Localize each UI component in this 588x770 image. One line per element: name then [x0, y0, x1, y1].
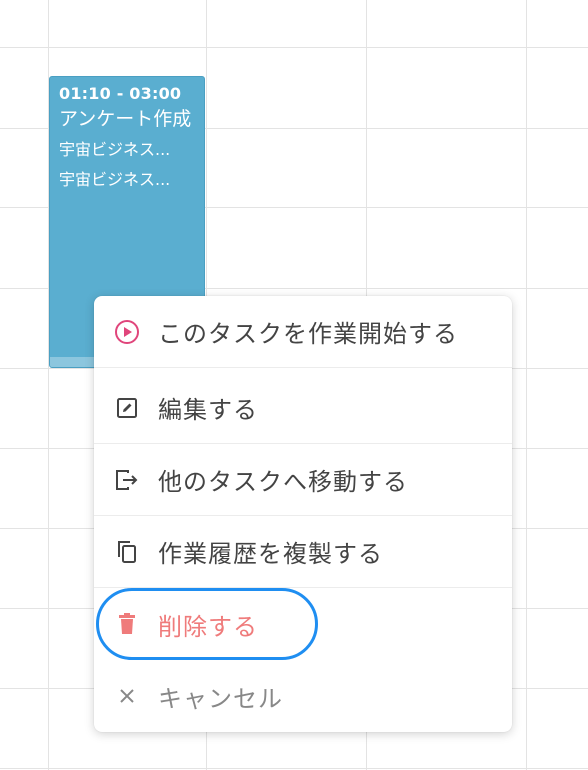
event-title: アンケート作成 [59, 108, 192, 130]
menu-item-label: 作業履歴を複製する [158, 540, 383, 568]
grid-line [0, 47, 588, 48]
menu-item-label: 他のタスクへ移動する [158, 468, 408, 496]
edit-icon [114, 395, 140, 421]
event-project: 宇宙ビジネス... [59, 140, 171, 159]
close-icon [114, 683, 140, 709]
event-time: 01:10 - 03:00 [59, 84, 182, 103]
trash-icon [114, 611, 140, 637]
menu-item-move-task[interactable]: 他のタスクへ移動する [94, 444, 512, 516]
menu-item-label: 編集する [158, 396, 258, 424]
menu-item-label: キャンセル [158, 684, 283, 713]
context-menu: このタスクを作業開始する 編集する 他のタスクへ移動する 作業履歴を複製する 削… [94, 296, 512, 732]
menu-item-label: このタスクを作業開始する [158, 320, 458, 348]
event-client: 宇宙ビジネス... [59, 170, 171, 189]
move-out-icon [114, 467, 140, 493]
menu-item-edit[interactable]: 編集する [94, 372, 512, 444]
grid-line [0, 768, 588, 769]
menu-item-duplicate[interactable]: 作業履歴を複製する [94, 516, 512, 588]
copy-icon [114, 539, 140, 565]
grid-line [526, 0, 527, 770]
menu-item-label: 削除する [158, 612, 258, 641]
menu-item-cancel[interactable]: キャンセル [94, 660, 512, 732]
menu-item-delete[interactable]: 削除する [94, 588, 512, 660]
play-circle-icon [114, 319, 140, 345]
menu-item-start-task[interactable]: このタスクを作業開始する [94, 296, 512, 368]
